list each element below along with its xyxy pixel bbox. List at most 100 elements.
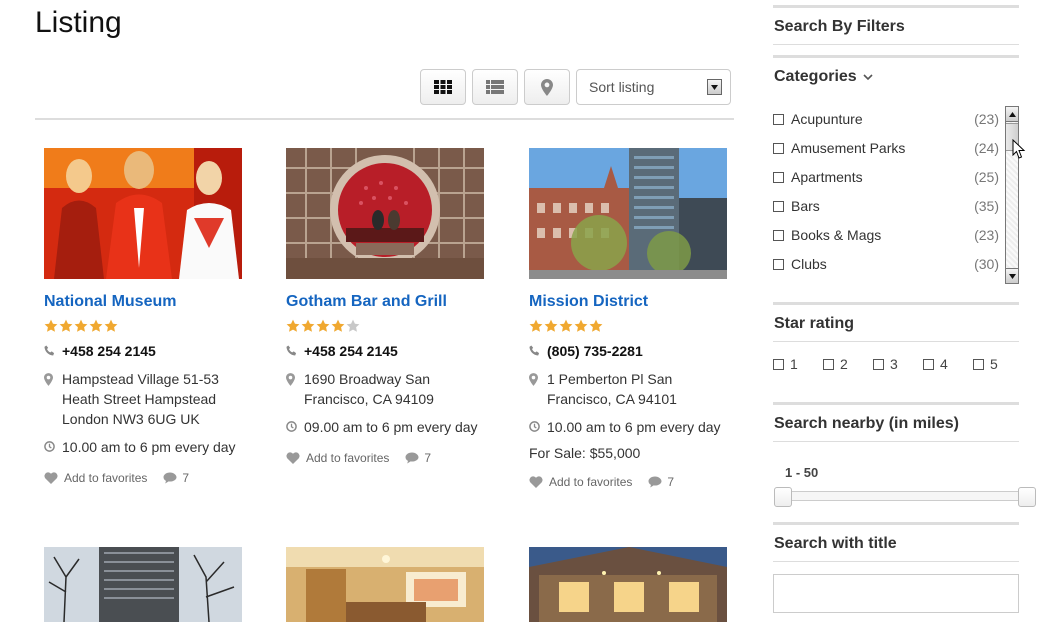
clock-icon <box>44 441 55 452</box>
hours-row: 10.00 am to 6 pm every day <box>44 437 244 457</box>
star-filled-icon <box>89 319 103 332</box>
slider-min-handle[interactable] <box>774 487 792 507</box>
sale-price: For Sale: $55,000 <box>529 445 641 461</box>
star-checkbox[interactable] <box>873 358 884 370</box>
map-view-button[interactable] <box>524 69 570 105</box>
add-to-favorites-link[interactable]: Add to favorites <box>286 451 389 465</box>
star-filled-icon <box>74 319 88 332</box>
phone-row: +458 254 2145 <box>286 341 486 361</box>
listing-title[interactable]: Mission District <box>529 293 729 311</box>
distance-range-label: 1 - 50 <box>785 465 819 480</box>
phone-row: +458 254 2145 <box>44 341 244 361</box>
star-filled-icon <box>286 319 300 332</box>
sort-select[interactable]: Sort listing <box>576 69 731 105</box>
mouse-cursor-icon <box>1012 139 1026 159</box>
list-view-button[interactable] <box>472 69 518 105</box>
hours-row: 09.00 am to 6 pm every day <box>286 417 486 437</box>
star-checkbox[interactable] <box>823 358 834 370</box>
listing-photo[interactable] <box>44 547 242 622</box>
star-rating-heading: Star rating <box>773 305 1019 342</box>
phone-icon <box>44 345 55 356</box>
title-search-input[interactable] <box>773 574 1019 613</box>
view-toolbar: Sort listing <box>420 69 731 105</box>
opening-hours: 10.00 am to 6 pm every day <box>62 439 236 455</box>
listing-photo[interactable] <box>44 148 242 279</box>
star-filled-icon <box>544 319 558 332</box>
comments-count[interactable]: 7 <box>405 451 431 465</box>
star-option[interactable]: 3 <box>873 356 923 372</box>
listing-card: Mission District (805) 735-2281 1 Pember… <box>529 148 729 489</box>
rating-stars <box>44 319 244 333</box>
page-title: Listing <box>35 6 122 39</box>
phone-row: (805) 735-2281 <box>529 341 729 361</box>
sort-select-label: Sort listing <box>589 79 655 95</box>
star-option[interactable]: 1 <box>773 356 823 372</box>
opening-hours: 10.00 am to 6 pm every day <box>547 419 721 435</box>
phone-number: (805) 735-2281 <box>547 343 643 359</box>
clock-icon <box>529 421 540 432</box>
rating-stars <box>286 319 486 333</box>
category-item[interactable]: Apartments (25) <box>773 167 999 187</box>
category-checkbox[interactable] <box>773 171 784 183</box>
address-row: 1 Pemberton Pl San Francisco, CA 94101 <box>529 369 729 409</box>
hours-row: 10.00 am to 6 pm every day <box>529 417 729 437</box>
category-checkbox[interactable] <box>773 229 784 241</box>
star-checkbox[interactable] <box>773 358 784 370</box>
location-pin-icon <box>44 373 53 386</box>
grid-view-button[interactable] <box>420 69 466 105</box>
address-line: 1690 Broadway San <box>304 371 431 387</box>
category-item[interactable]: Clubs (30) <box>773 254 999 274</box>
location-pin-icon <box>529 373 538 386</box>
star-option[interactable]: 5 <box>973 356 1023 372</box>
category-item[interactable]: Acupunture (23) <box>773 109 999 129</box>
listing-title[interactable]: Gotham Bar and Grill <box>286 293 486 311</box>
categories-list: Acupunture (23) Amusement Parks (24) Apa… <box>773 105 1019 285</box>
star-option[interactable]: 2 <box>823 356 873 372</box>
categories-scrollbar[interactable] <box>1005 106 1019 284</box>
star-checkbox[interactable] <box>973 358 984 370</box>
comments-count[interactable]: 7 <box>163 471 189 485</box>
listing-meta: Add to favorites 7 <box>286 451 486 465</box>
listing-card: Gotham Bar and Grill +458 254 2145 1690 … <box>286 148 486 465</box>
filters-heading: Search By Filters <box>773 8 1019 45</box>
star-option[interactable]: 4 <box>923 356 973 372</box>
category-item[interactable]: Bars (35) <box>773 196 999 216</box>
comment-icon <box>163 472 177 484</box>
listing-photo[interactable] <box>286 547 484 622</box>
comments-count[interactable]: 7 <box>648 475 674 489</box>
star-checkbox[interactable] <box>923 358 934 370</box>
star-filled-icon <box>559 319 573 332</box>
comment-icon <box>648 476 662 488</box>
categories-toggle[interactable]: Categories <box>773 58 1019 94</box>
scroll-up-button[interactable] <box>1006 107 1018 122</box>
arrow-up-icon <box>1008 111 1016 117</box>
title-search-heading: Search with title <box>773 525 1019 562</box>
scroll-down-button[interactable] <box>1006 268 1018 283</box>
nearby-section: Search nearby (in miles) <box>773 402 1019 442</box>
add-to-favorites-link[interactable]: Add to favorites <box>529 475 632 489</box>
star-filled-icon <box>301 319 315 332</box>
nearby-heading: Search nearby (in miles) <box>773 405 1019 442</box>
category-item[interactable]: Amusement Parks (24) <box>773 138 999 158</box>
listing-photo[interactable] <box>529 148 727 279</box>
slider-max-handle[interactable] <box>1018 487 1036 507</box>
listing-title[interactable]: National Museum <box>44 293 244 311</box>
category-checkbox[interactable] <box>773 200 784 212</box>
star-filled-icon <box>44 319 58 332</box>
heart-icon <box>286 452 300 464</box>
list-icon <box>486 80 504 94</box>
category-checkbox[interactable] <box>773 142 784 154</box>
category-checkbox[interactable] <box>773 113 784 125</box>
category-checkbox[interactable] <box>773 258 784 270</box>
phone-number: +458 254 2145 <box>304 343 398 359</box>
category-item[interactable]: Books & Mags (23) <box>773 225 999 245</box>
listing-photo[interactable] <box>286 148 484 279</box>
listing-photo[interactable] <box>529 547 727 622</box>
add-to-favorites-link[interactable]: Add to favorites <box>44 471 147 485</box>
listing-meta: Add to favorites 7 <box>44 471 244 485</box>
star-filled-icon <box>529 319 543 332</box>
distance-slider[interactable] <box>783 491 1029 501</box>
star-filled-icon <box>316 319 330 332</box>
map-pin-icon <box>541 78 553 96</box>
star-empty-icon <box>346 319 360 332</box>
